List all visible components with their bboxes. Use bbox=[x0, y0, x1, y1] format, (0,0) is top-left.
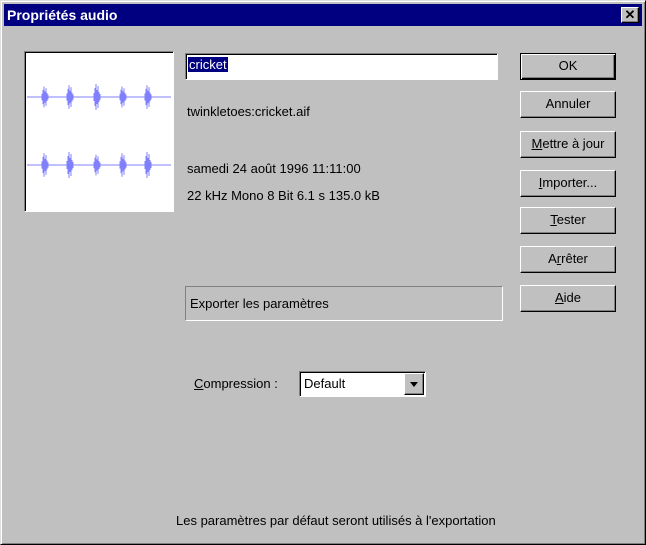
sound-format: 22 kHz Mono 8 Bit 6.1 s 135.0 kB bbox=[187, 188, 380, 203]
help-button-mnemonic: A bbox=[554, 290, 564, 305]
stop-button-prefix: A bbox=[548, 251, 557, 266]
close-icon: ✕ bbox=[624, 7, 636, 22]
audio-properties-dialog: Propriétés audio ✕ cricket twinkletoes:c… bbox=[0, 0, 646, 545]
stop-button[interactable]: Arrêter bbox=[520, 246, 616, 273]
test-button-label: ester bbox=[556, 212, 586, 227]
sound-path: twinkletoes:cricket.aif bbox=[187, 104, 310, 119]
compression-label-text: ompression : bbox=[203, 376, 278, 391]
help-button[interactable]: Aide bbox=[520, 285, 616, 312]
ok-button[interactable]: OK bbox=[520, 53, 616, 80]
compression-select[interactable]: Default bbox=[299, 371, 426, 397]
waveform-preview bbox=[24, 51, 174, 212]
footer-message: Les paramètres par défaut seront utilisé… bbox=[176, 513, 496, 528]
sound-date: samedi 24 août 1996 11:11:00 bbox=[187, 161, 361, 176]
sound-name-input[interactable]: cricket bbox=[185, 53, 498, 80]
export-settings-box: Exporter les paramètres bbox=[185, 286, 503, 321]
compression-mnemonic: C bbox=[194, 376, 204, 391]
sound-name-text: cricket bbox=[188, 57, 228, 72]
import-button[interactable]: Importer... bbox=[520, 170, 616, 197]
compression-value: Default bbox=[304, 376, 346, 391]
update-button-label: ettre à jour bbox=[542, 136, 605, 151]
stop-button-label: rêter bbox=[561, 251, 588, 266]
update-button-mnemonic: M bbox=[531, 136, 543, 151]
title-bar[interactable]: Propriétés audio ✕ bbox=[4, 4, 642, 26]
cancel-button[interactable]: Annuler bbox=[520, 91, 616, 118]
chevron-down-icon[interactable] bbox=[404, 373, 424, 395]
close-button[interactable]: ✕ bbox=[621, 7, 639, 23]
compression-label: Compression : bbox=[194, 376, 278, 391]
import-button-label: mporter... bbox=[542, 175, 598, 190]
waveform-graphic bbox=[27, 84, 171, 178]
help-button-label: ide bbox=[563, 290, 582, 305]
window-title: Propriétés audio bbox=[7, 7, 118, 23]
update-button[interactable]: Mettre à jour bbox=[520, 131, 616, 158]
test-button[interactable]: Tester bbox=[520, 207, 616, 234]
export-settings-label: Exporter les paramètres bbox=[190, 296, 329, 311]
